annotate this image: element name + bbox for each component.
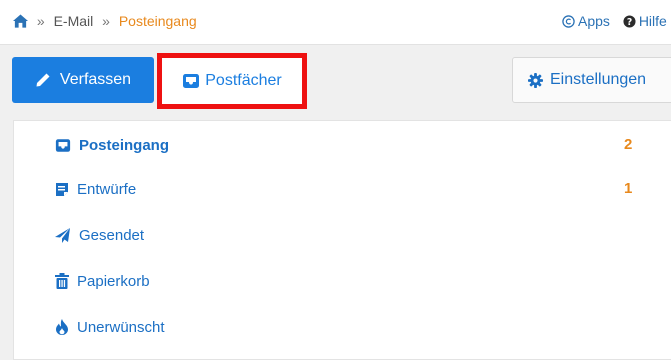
question-circle-icon: ?: [623, 14, 636, 27]
folder-item-sent[interactable]: Gesendet: [55, 225, 144, 245]
pencil-icon: [36, 73, 50, 87]
mailboxes-button[interactable]: Postfächer: [164, 60, 300, 102]
copyright-circle-icon: [562, 14, 575, 28]
folder-item-drafts[interactable]: Entwürfe: [55, 179, 136, 199]
settings-button[interactable]: Einstellungen: [512, 57, 671, 103]
gear-icon: [528, 72, 543, 88]
folder-list-panel: Posteingang 2 Entwürfe 1 Gesendet Papier…: [13, 120, 671, 360]
folder-label: Entwürfe: [77, 180, 137, 198]
draft-count: 1: [624, 180, 633, 197]
folder-label: Unerwünscht: [77, 318, 165, 336]
apps-label: Apps: [578, 13, 610, 29]
folder-item-trash[interactable]: Papierkorb: [55, 271, 150, 291]
compose-label: Verfassen: [59, 71, 132, 88]
compose-button[interactable]: Verfassen: [12, 57, 154, 103]
settings-label: Einstellungen: [550, 71, 647, 88]
home-icon[interactable]: [13, 14, 28, 31]
breadcrumb-current: Posteingang: [118, 13, 197, 29]
paper-plane-icon: [55, 227, 70, 243]
draft-icon: [56, 182, 68, 196]
apps-link[interactable]: Apps: [562, 13, 610, 29]
top-links: Apps ? Hilfe: [562, 13, 671, 31]
inbox-icon: [183, 74, 200, 88]
breadcrumb-email[interactable]: E-Mail: [54, 13, 94, 29]
breadcrumb-separator: »: [102, 13, 110, 29]
unread-count: 2: [624, 136, 633, 153]
fire-icon: [56, 319, 68, 335]
folder-label: Posteingang: [79, 136, 170, 154]
mailboxes-label: Postfächer: [205, 72, 282, 89]
trash-icon: [55, 273, 69, 289]
help-link[interactable]: ? Hilfe: [623, 13, 667, 29]
svg-text:?: ?: [627, 16, 632, 27]
help-label: Hilfe: [638, 13, 667, 29]
breadcrumb: » E-Mail » Posteingang: [13, 13, 197, 31]
breadcrumb-separator: »: [36, 13, 45, 29]
folder-label: Papierkorb: [77, 272, 150, 290]
inbox-icon: [55, 138, 71, 152]
folder-item-inbox[interactable]: Posteingang: [55, 135, 169, 155]
folder-item-junk[interactable]: Unerwünscht: [55, 317, 165, 337]
top-bar: » E-Mail » Posteingang Apps ? Hilfe: [0, 0, 671, 45]
folder-label: Gesendet: [79, 226, 145, 244]
